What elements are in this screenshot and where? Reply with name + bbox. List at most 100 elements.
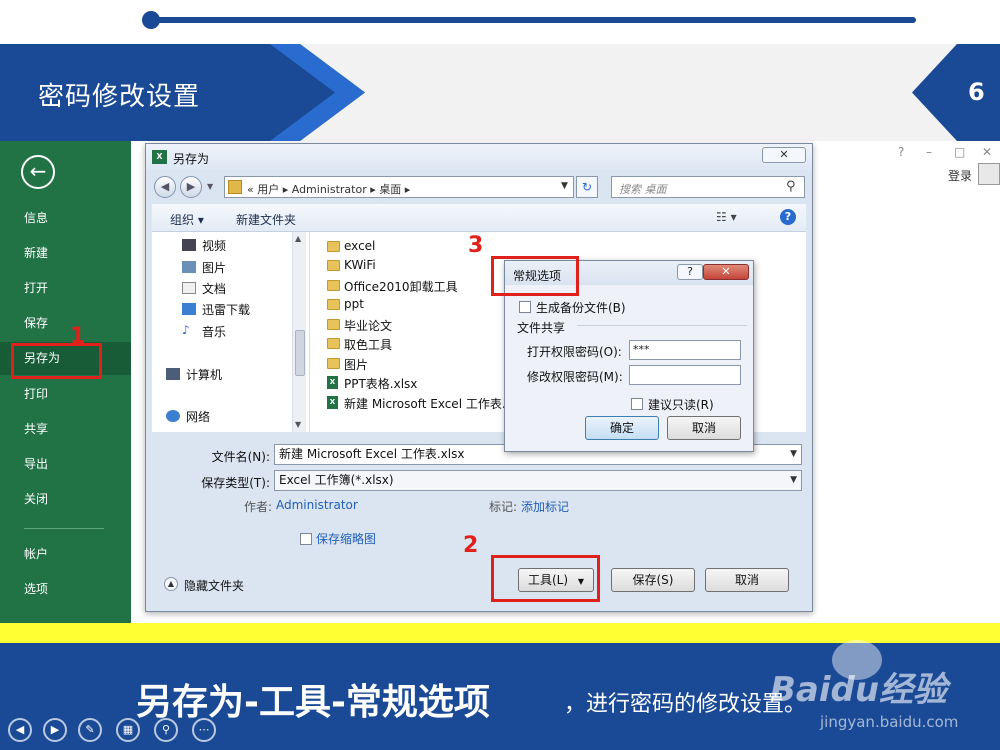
zoom-icon[interactable]: ⚲ bbox=[154, 718, 178, 742]
list-item[interactable]: 毕业论文 bbox=[344, 317, 392, 334]
maximize-icon[interactable]: □ bbox=[954, 145, 965, 159]
hide-folders-button[interactable]: 隐藏文件夹 bbox=[184, 577, 244, 594]
ok-button[interactable]: 确定 bbox=[585, 416, 659, 440]
dialog-titlebar[interactable]: X 另存为 ✕ bbox=[146, 144, 812, 170]
sidebar-item-share[interactable]: 共享 bbox=[0, 413, 131, 446]
chevron-down-icon[interactable]: ▼ bbox=[790, 471, 797, 490]
login-link[interactable]: 登录 bbox=[948, 167, 972, 184]
sidebar-item-close[interactable]: 关闭 bbox=[0, 483, 131, 516]
pen-icon[interactable]: ✎ bbox=[78, 718, 102, 742]
slide-title: 密码修改设置 bbox=[38, 82, 201, 112]
close-icon[interactable]: ✕ bbox=[703, 264, 749, 280]
sidebar-item-open[interactable]: 打开 bbox=[0, 272, 131, 305]
sidebar-item-new[interactable]: 新建 bbox=[0, 237, 131, 270]
sidebar-item-options[interactable]: 选项 bbox=[0, 573, 131, 606]
more-icon[interactable]: ⋯ bbox=[192, 718, 216, 742]
cancel-button[interactable]: 取消 bbox=[705, 568, 789, 592]
backup-checkbox[interactable] bbox=[519, 301, 531, 313]
scroll-down-icon[interactable]: ▼ bbox=[295, 420, 301, 429]
forward-arrow-icon[interactable]: ▶ bbox=[180, 176, 202, 198]
search-icon[interactable]: ⚲ bbox=[786, 179, 796, 194]
arrow-left-icon[interactable]: ← bbox=[21, 155, 55, 189]
filetype-select[interactable]: Excel 工作簿(*.xlsx) ▼ bbox=[274, 470, 802, 491]
minimize-icon[interactable]: – bbox=[926, 145, 932, 159]
close-icon[interactable]: ✕ bbox=[982, 145, 992, 159]
open-password-input[interactable]: *** bbox=[629, 340, 741, 360]
nav-item-videos[interactable]: 视频 bbox=[202, 237, 226, 254]
next-icon[interactable]: ▶ bbox=[43, 718, 67, 742]
readonly-checkbox[interactable] bbox=[631, 398, 643, 410]
back-arrow-icon[interactable]: ◀ bbox=[154, 176, 176, 198]
nav-item-documents[interactable]: 文档 bbox=[202, 280, 226, 297]
chevron-down-icon[interactable]: ▼ bbox=[561, 181, 568, 191]
sidebar-item-export[interactable]: 导出 bbox=[0, 448, 131, 481]
nav-item-network[interactable]: 网络 bbox=[186, 408, 210, 425]
folder-icon bbox=[327, 358, 340, 369]
caption-main: 另存为-工具-常规选项 bbox=[136, 682, 490, 723]
view-options-icon[interactable]: ☷ ▾ bbox=[716, 210, 737, 224]
dialog-toolbar: 组织 ▾ 新建文件夹 ☷ ▾ ? bbox=[152, 204, 806, 232]
help-icon[interactable]: ? bbox=[780, 209, 796, 225]
sidebar-item-save[interactable]: 保存 bbox=[0, 307, 131, 340]
help-icon[interactable]: ? bbox=[677, 264, 703, 280]
author-label: 作者: bbox=[244, 500, 273, 514]
readonly-label[interactable]: 建议只读(R) bbox=[648, 396, 714, 413]
excel-file-icon: X bbox=[327, 376, 338, 389]
sidebar-divider bbox=[24, 528, 104, 529]
address-bar[interactable]: « 用户 ▸ Administrator ▸ 桌面 ▸ ▼ bbox=[224, 176, 574, 198]
list-item[interactable]: PPT表格.xlsx bbox=[344, 375, 417, 392]
options-cancel-button[interactable]: 取消 bbox=[667, 416, 741, 440]
dialog-title: 另存为 bbox=[173, 152, 210, 166]
search-input[interactable]: 搜索 桌面 ⚲ bbox=[611, 176, 805, 198]
list-item[interactable]: Office2010卸载工具 bbox=[344, 278, 458, 295]
progress-track bbox=[150, 17, 916, 23]
thumbnail-checkbox[interactable] bbox=[300, 533, 312, 545]
nav-scrollbar[interactable]: ▲ ▼ bbox=[292, 232, 306, 432]
step-marker-3: 3 bbox=[468, 233, 484, 258]
sidebar-item-print[interactable]: 打印 bbox=[0, 378, 131, 411]
save-button[interactable]: 保存(S) bbox=[611, 568, 695, 592]
backup-label[interactable]: 生成备份文件(B) bbox=[536, 299, 626, 316]
new-folder-button[interactable]: 新建文件夹 bbox=[236, 211, 296, 228]
folder-icon bbox=[327, 299, 340, 310]
music-icon: ♪ bbox=[182, 323, 190, 337]
nav-item-computer[interactable]: 计算机 bbox=[186, 366, 222, 383]
folder-icon bbox=[327, 338, 340, 349]
modify-password-input[interactable] bbox=[629, 365, 741, 385]
slides-icon[interactable]: ▦ bbox=[116, 718, 140, 742]
computer-icon bbox=[166, 368, 180, 380]
close-icon[interactable]: ✕ bbox=[762, 147, 806, 163]
organize-button[interactable]: 组织 ▾ bbox=[170, 211, 204, 228]
chevron-down-icon[interactable]: ▼ bbox=[790, 445, 797, 464]
sidebar-item-account[interactable]: 帐户 bbox=[0, 538, 131, 571]
list-item[interactable]: KWiFi bbox=[344, 258, 376, 272]
highlight-tools bbox=[491, 555, 600, 602]
list-item[interactable]: 取色工具 bbox=[344, 336, 392, 353]
help-icon[interactable]: ? bbox=[898, 145, 904, 159]
avatar[interactable] bbox=[978, 163, 1000, 185]
nav-item-pictures[interactable]: 图片 bbox=[202, 259, 226, 276]
filetype-value: Excel 工作簿(*.xlsx) bbox=[279, 473, 394, 487]
nav-item-thunder-download[interactable]: 迅雷下载 bbox=[202, 301, 250, 318]
nav-item-music[interactable]: 音乐 bbox=[202, 323, 226, 340]
previous-icon[interactable]: ◀ bbox=[8, 718, 32, 742]
sidebar-item-info[interactable]: 信息 bbox=[0, 202, 131, 235]
thumbnail-label[interactable]: 保存缩略图 bbox=[316, 530, 376, 547]
refresh-icon[interactable]: ↻ bbox=[576, 176, 598, 198]
list-item[interactable]: excel bbox=[344, 239, 375, 253]
excel-icon: X bbox=[152, 150, 167, 164]
history-dropdown-icon[interactable]: ▼ bbox=[207, 182, 213, 191]
file-sharing-label: 文件共享 bbox=[517, 321, 566, 335]
filename-value: 新建 Microsoft Excel 工作表.xlsx bbox=[279, 447, 465, 461]
list-item[interactable]: 新建 Microsoft Excel 工作表.x bbox=[344, 395, 513, 412]
list-item[interactable]: ppt bbox=[344, 297, 364, 311]
thunder-download-icon bbox=[182, 303, 196, 315]
list-item[interactable]: 图片 bbox=[344, 356, 368, 373]
scrollbar-thumb[interactable] bbox=[295, 330, 305, 376]
author-value[interactable]: Administrator bbox=[276, 498, 358, 512]
chevron-up-icon[interactable]: ▲ bbox=[164, 577, 178, 591]
highlight-general-options bbox=[491, 256, 579, 296]
scroll-up-icon[interactable]: ▲ bbox=[295, 234, 301, 243]
tags-value[interactable]: 添加标记 bbox=[521, 498, 569, 515]
step-marker-1: 1 bbox=[70, 324, 86, 349]
